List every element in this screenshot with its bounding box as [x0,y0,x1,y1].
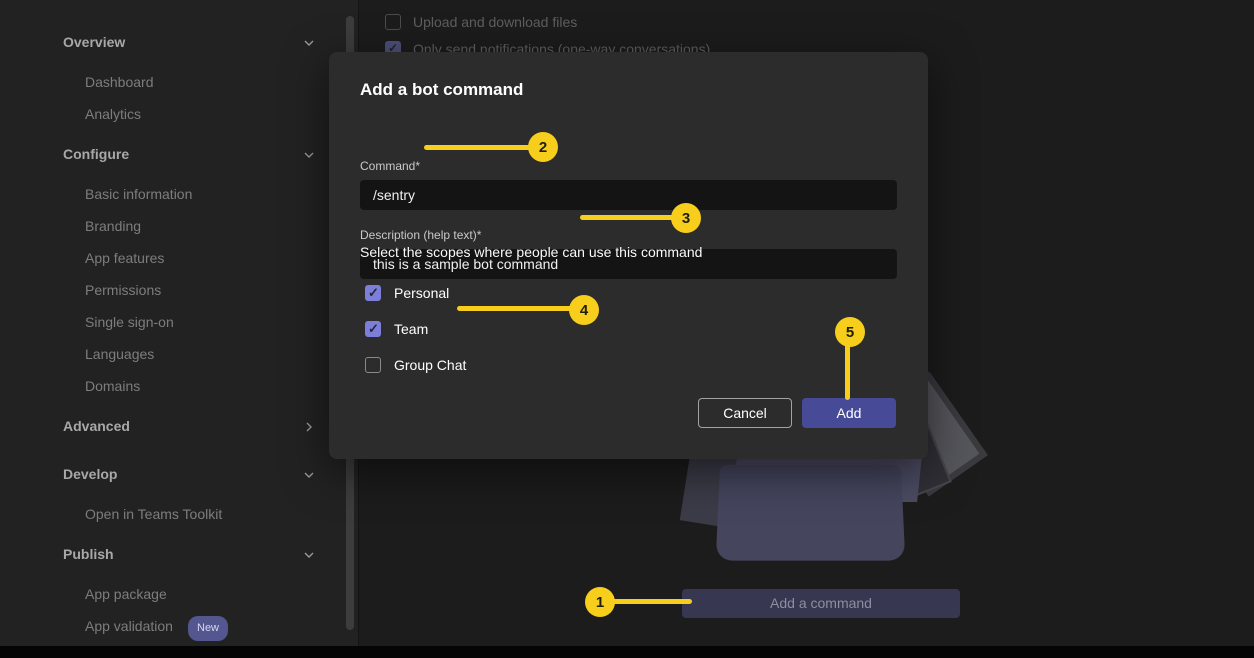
add-bot-command-modal: Add a bot command Command* Description (… [329,52,928,459]
sidebar-item-branding[interactable]: Branding [0,216,358,236]
annotation-step-5: 5 [835,317,865,347]
sidebar-item-develop[interactable]: Develop [0,464,358,484]
group-chat-checkbox[interactable] [365,357,381,373]
chevron-down-icon [302,468,316,482]
sidebar-item-label: Advanced [63,416,130,436]
sidebar-item-overview[interactable]: Overview [0,32,358,52]
sidebar-item-single-sign-on[interactable]: Single sign-on [0,312,358,332]
sidebar-item-label: Overview [63,32,125,52]
new-badge: New [188,616,228,641]
bottom-bar [0,646,1254,658]
sidebar-item-configure[interactable]: Configure [0,144,358,164]
sidebar-item-label: Branding [85,216,141,236]
sidebar-item-app-validation[interactable]: App validation New [0,616,358,636]
sidebar-item-label: Domains [85,376,140,396]
sidebar-item-app-package[interactable]: App package [0,584,358,604]
sidebar-item-label: App features [85,248,164,268]
personal-label: Personal [394,285,449,301]
annotation-line-1 [610,599,692,604]
sidebar-item-label: Languages [85,344,154,364]
sidebar-item-label: Develop [63,464,117,484]
sidebar-nav: Overview Dashboard Analytics Configure B… [0,0,358,646]
sidebar-item-label: Dashboard [85,72,154,92]
scopes-heading: Select the scopes where people can use t… [360,244,702,260]
sidebar-item-basic-information[interactable]: Basic information [0,184,358,204]
sidebar-item-label: Open in Teams Toolkit [85,504,222,524]
sidebar-item-app-features[interactable]: App features [0,248,358,268]
upload-download-files-label: Upload and download files [413,14,577,30]
annotation-step-1: 1 [585,587,615,617]
annotation-line-3 [580,215,676,220]
annotation-line-2 [424,145,534,150]
sidebar-item-label: Permissions [85,280,161,300]
sidebar-item-label: Configure [63,144,129,164]
chevron-down-icon [302,548,316,562]
open-box-icon [716,465,905,561]
sidebar-item-analytics[interactable]: Analytics [0,104,358,124]
sidebar-item-label: App package [85,584,167,604]
sidebar-item-label: Basic information [85,184,192,204]
annotation-line-4 [457,306,575,311]
sidebar-item-domains[interactable]: Domains [0,376,358,396]
sidebar-item-label: App validation [85,616,173,636]
command-input[interactable] [360,180,897,210]
sidebar-item-publish[interactable]: Publish [0,544,358,564]
annotation-step-2: 2 [528,132,558,162]
add-a-command-button[interactable]: Add a command [682,589,960,618]
group-chat-label: Group Chat [394,357,466,373]
teams-developer-portal: Upload and download files Only send noti… [0,0,1254,658]
chevron-down-icon [302,148,316,162]
sidebar-item-label: Single sign-on [85,312,174,332]
team-label: Team [394,321,428,337]
scope-group-chat-row[interactable]: Group Chat [365,356,466,374]
upload-download-files-checkbox[interactable] [385,14,401,30]
chevron-down-icon [302,36,316,50]
scope-team-row[interactable]: Team [365,320,428,338]
sidebar-item-advanced[interactable]: Advanced [0,416,358,436]
annotation-line-5 [845,344,850,400]
sidebar-item-label: Publish [63,544,114,564]
modal-title: Add a bot command [360,80,523,100]
personal-checkbox[interactable] [365,285,381,301]
cancel-button[interactable]: Cancel [698,398,792,428]
sidebar-item-permissions[interactable]: Permissions [0,280,358,300]
annotation-step-3: 3 [671,203,701,233]
sidebar-item-languages[interactable]: Languages [0,344,358,364]
sidebar-item-dashboard[interactable]: Dashboard [0,72,358,92]
scope-personal-row[interactable]: Personal [365,284,449,302]
team-checkbox[interactable] [365,321,381,337]
command-label: Command* [360,159,420,173]
add-button[interactable]: Add [802,398,896,428]
sidebar-item-label: Analytics [85,104,141,124]
sidebar-item-open-in-teams-toolkit[interactable]: Open in Teams Toolkit [0,504,358,524]
chevron-right-icon [302,420,316,434]
annotation-step-4: 4 [569,295,599,325]
description-label: Description (help text)* [360,228,481,242]
